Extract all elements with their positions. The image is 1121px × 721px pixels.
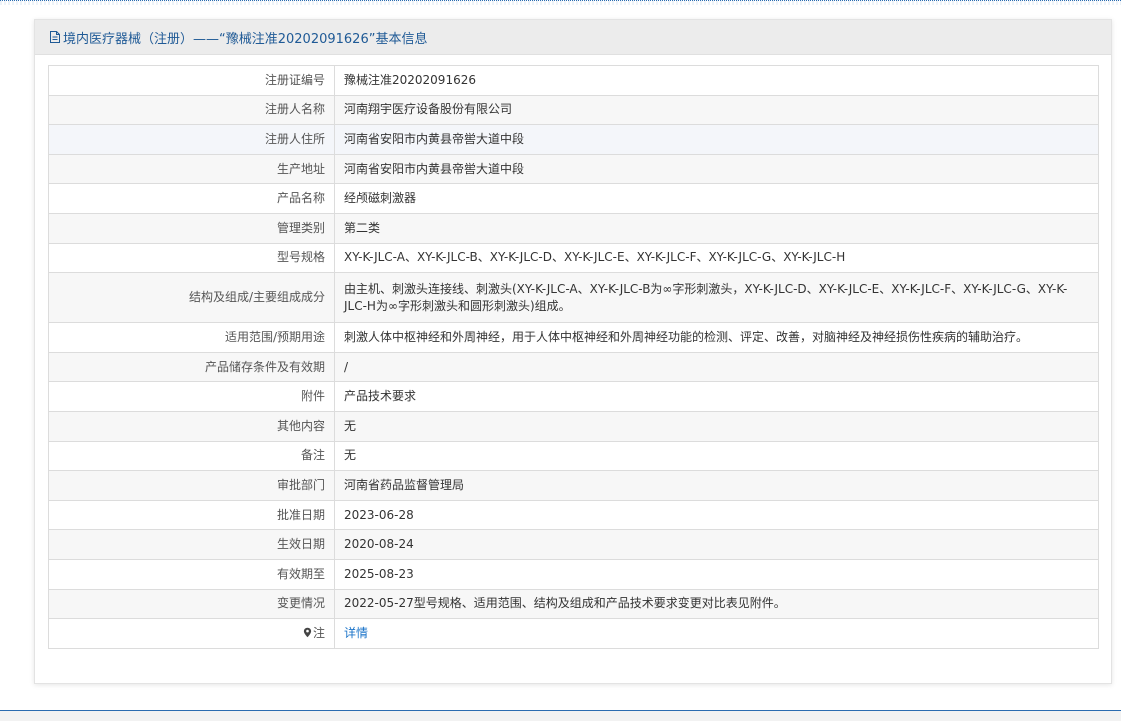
row-value: 产品技术要求 xyxy=(334,381,1099,412)
row-label: 生产地址 xyxy=(48,153,335,185)
row-value: 河南省安阳市内黄县帝喾大道中段 xyxy=(334,153,1099,185)
row-label: 备注 xyxy=(48,440,335,472)
row-label: 产品名称 xyxy=(48,183,335,214)
row-label: 批准日期 xyxy=(48,499,335,531)
row-value: 河南省药品监督管理局 xyxy=(334,470,1099,501)
table-row: 生产地址 河南省安阳市内黄县帝喾大道中段 xyxy=(48,153,1099,185)
table-row: 管理类别 第二类 xyxy=(48,212,1099,244)
top-divider xyxy=(0,0,1121,5)
row-value: XY-K-JLC-A、XY-K-JLC-B、XY-K-JLC-D、XY-K-JL… xyxy=(334,242,1099,274)
table-row: 型号规格 XY-K-JLC-A、XY-K-JLC-B、XY-K-JLC-D、XY… xyxy=(48,242,1099,274)
row-value: / xyxy=(334,351,1099,383)
note-row: 注 详情 xyxy=(48,618,1099,649)
row-value: 2020-08-24 xyxy=(334,529,1099,560)
row-value: 豫械注准20202091626 xyxy=(334,65,1099,96)
note-label-text: 注 xyxy=(312,625,325,640)
note-value: 详情 xyxy=(334,618,1099,649)
table-row: 批准日期 2023-06-28 xyxy=(48,499,1099,531)
row-label: 产品储存条件及有效期 xyxy=(48,351,335,383)
row-value: 2025-08-23 xyxy=(334,558,1099,590)
row-label: 适用范围/预期用途 xyxy=(48,322,335,353)
table-row: 产品名称 经颅磁刺激器 xyxy=(48,183,1099,214)
row-label: 结构及组成/主要组成成分 xyxy=(48,272,335,324)
device-info-table: 注册证编号 豫械注准20202091626 注册人名称 河南翔宇医疗设备股份有限… xyxy=(48,65,1099,649)
table-row: 适用范围/预期用途 刺激人体中枢神经和外周神经，用于人体中枢神经和外周神经功能的… xyxy=(48,322,1099,353)
table-row: 注册证编号 豫械注准20202091626 xyxy=(48,65,1099,96)
document-icon xyxy=(49,30,61,44)
row-label: 型号规格 xyxy=(48,242,335,274)
table-row: 注册人名称 河南翔宇医疗设备股份有限公司 xyxy=(48,94,1099,126)
row-label: 注册人名称 xyxy=(48,94,335,126)
row-label: 有效期至 xyxy=(48,558,335,590)
row-label: 审批部门 xyxy=(48,470,335,501)
table-row: 有效期至 2025-08-23 xyxy=(48,558,1099,590)
row-value: 2022-05-27型号规格、适用范围、结构及组成和产品技术要求变更对比表见附件… xyxy=(334,588,1099,620)
info-panel: 境内医疗器械（注册）——“豫械注准20202091626”基本信息 注册证编号 … xyxy=(34,19,1112,684)
row-label: 生效日期 xyxy=(48,529,335,560)
row-value: 无 xyxy=(334,440,1099,472)
row-value: 由主机、刺激头连接线、刺激头(XY-K-JLC-A、XY-K-JLC-B为∞字形… xyxy=(334,272,1099,324)
row-label: 变更情况 xyxy=(48,588,335,620)
row-value: 刺激人体中枢神经和外周神经，用于人体中枢神经和外周神经功能的检测、评定、改善，对… xyxy=(334,322,1099,353)
row-label: 附件 xyxy=(48,381,335,412)
table-row: 其他内容 无 xyxy=(48,410,1099,442)
table-row: 附件 产品技术要求 xyxy=(48,381,1099,412)
row-value: 河南省安阳市内黄县帝喾大道中段 xyxy=(334,124,1099,155)
note-label: 注 xyxy=(48,618,335,649)
row-label: 注册证编号 xyxy=(48,65,335,96)
table-row: 变更情况 2022-05-27型号规格、适用范围、结构及组成和产品技术要求变更对… xyxy=(48,588,1099,620)
table-row: 审批部门 河南省药品监督管理局 xyxy=(48,470,1099,501)
page-title: 境内医疗器械（注册）——“豫械注准20202091626”基本信息 xyxy=(63,31,428,47)
row-label: 注册人住所 xyxy=(48,124,335,155)
row-value: 第二类 xyxy=(334,212,1099,244)
table-row: 备注 无 xyxy=(48,440,1099,472)
row-value: 经颅磁刺激器 xyxy=(334,183,1099,214)
pin-icon xyxy=(303,626,312,638)
row-label: 管理类别 xyxy=(48,212,335,244)
table-row: 结构及组成/主要组成成分 由主机、刺激头连接线、刺激头(XY-K-JLC-A、X… xyxy=(48,272,1099,324)
row-value: 无 xyxy=(334,410,1099,442)
row-label: 其他内容 xyxy=(48,410,335,442)
table-row: 生效日期 2020-08-24 xyxy=(48,529,1099,560)
row-value: 河南翔宇医疗设备股份有限公司 xyxy=(334,94,1099,126)
table-row: 注册人住所 河南省安阳市内黄县帝喾大道中段 xyxy=(48,124,1099,155)
table-row: 产品储存条件及有效期 / xyxy=(48,351,1099,383)
details-link[interactable]: 详情 xyxy=(344,626,368,640)
row-value: 2023-06-28 xyxy=(334,499,1099,531)
bottom-divider xyxy=(0,710,1121,721)
panel-header: 境内医疗器械（注册）——“豫械注准20202091626”基本信息 xyxy=(35,20,1111,55)
